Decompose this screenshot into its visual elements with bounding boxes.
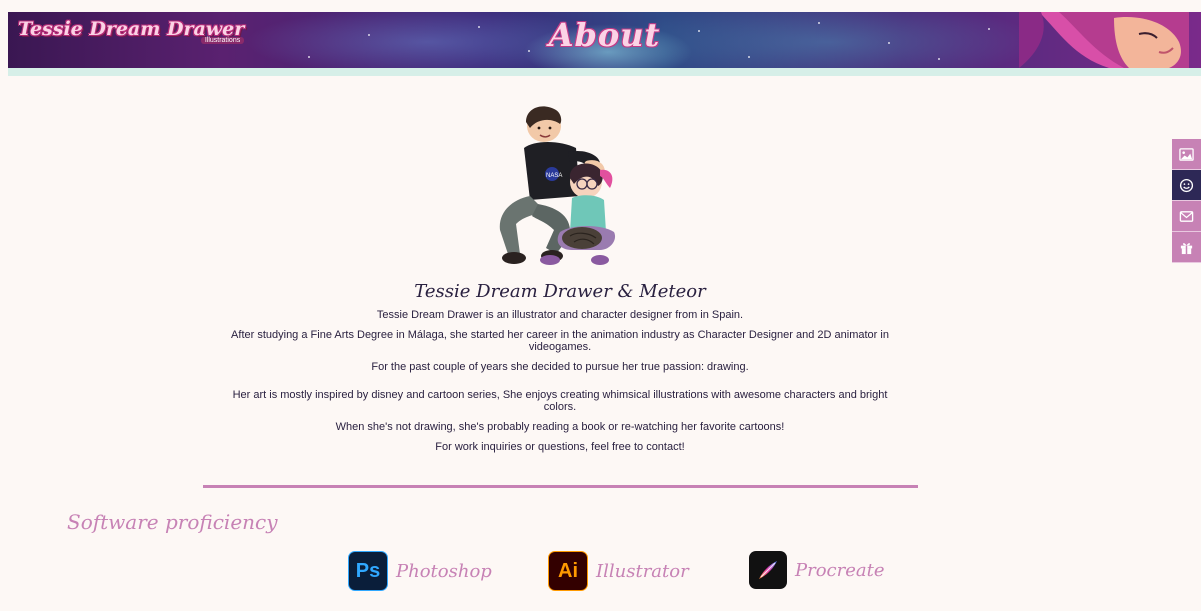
artist-name: Tessie Dream Drawer & Meteor bbox=[414, 281, 706, 302]
software-label: Photoshop bbox=[396, 560, 492, 582]
artist-portrait-illustration: NASA bbox=[499, 106, 616, 265]
photoshop-icon-abbr: Ps bbox=[355, 559, 381, 582]
illustrator-icon: Ai bbox=[548, 551, 588, 591]
svg-text:NASA: NASA bbox=[546, 173, 562, 179]
software-item-procreate: Procreate bbox=[749, 551, 885, 589]
smiley-icon bbox=[1179, 178, 1194, 192]
software-section-title: Software proficiency bbox=[67, 510, 278, 534]
bio-paragraph: For the past couple of years she decided… bbox=[371, 361, 749, 373]
software-label: Illustrator bbox=[596, 560, 689, 582]
bio-paragraph: Her art is mostly inspired by disney and… bbox=[232, 389, 888, 413]
bio-paragraph: After studying a Fine Arts Degree in Mál… bbox=[231, 329, 889, 353]
bio-paragraph: For work inquiries or questions, feel fr… bbox=[435, 441, 685, 453]
nav-about-button[interactable] bbox=[1172, 170, 1201, 201]
nav-shop-button[interactable] bbox=[1172, 232, 1201, 263]
bio-paragraph: When she's not drawing, she's probably r… bbox=[335, 421, 785, 433]
mail-icon bbox=[1179, 210, 1194, 222]
nav-contact-button[interactable] bbox=[1172, 201, 1201, 232]
procreate-icon bbox=[749, 551, 787, 589]
site-header: Tessie Dream Drawer Illustrations About bbox=[8, 12, 1201, 68]
side-nav bbox=[1172, 139, 1201, 263]
image-icon bbox=[1179, 147, 1194, 161]
software-item-photoshop: Ps Photoshop bbox=[348, 551, 492, 591]
header-accent-strip bbox=[8, 68, 1201, 76]
section-divider bbox=[203, 485, 918, 488]
nav-gallery-button[interactable] bbox=[1172, 139, 1201, 170]
artist-bio: Tessie Dream Drawer is an illustrator an… bbox=[220, 309, 900, 461]
bio-paragraph: Tessie Dream Drawer is an illustrator an… bbox=[376, 309, 744, 321]
software-label: Procreate bbox=[795, 559, 885, 581]
photoshop-icon: Ps bbox=[348, 551, 388, 591]
software-item-illustrator: Ai Illustrator bbox=[548, 551, 689, 591]
illustrator-icon-abbr: Ai bbox=[558, 559, 578, 582]
procreate-brush-icon bbox=[759, 561, 777, 579]
gift-icon bbox=[1180, 242, 1193, 254]
header-character-illustration bbox=[1019, 12, 1189, 68]
